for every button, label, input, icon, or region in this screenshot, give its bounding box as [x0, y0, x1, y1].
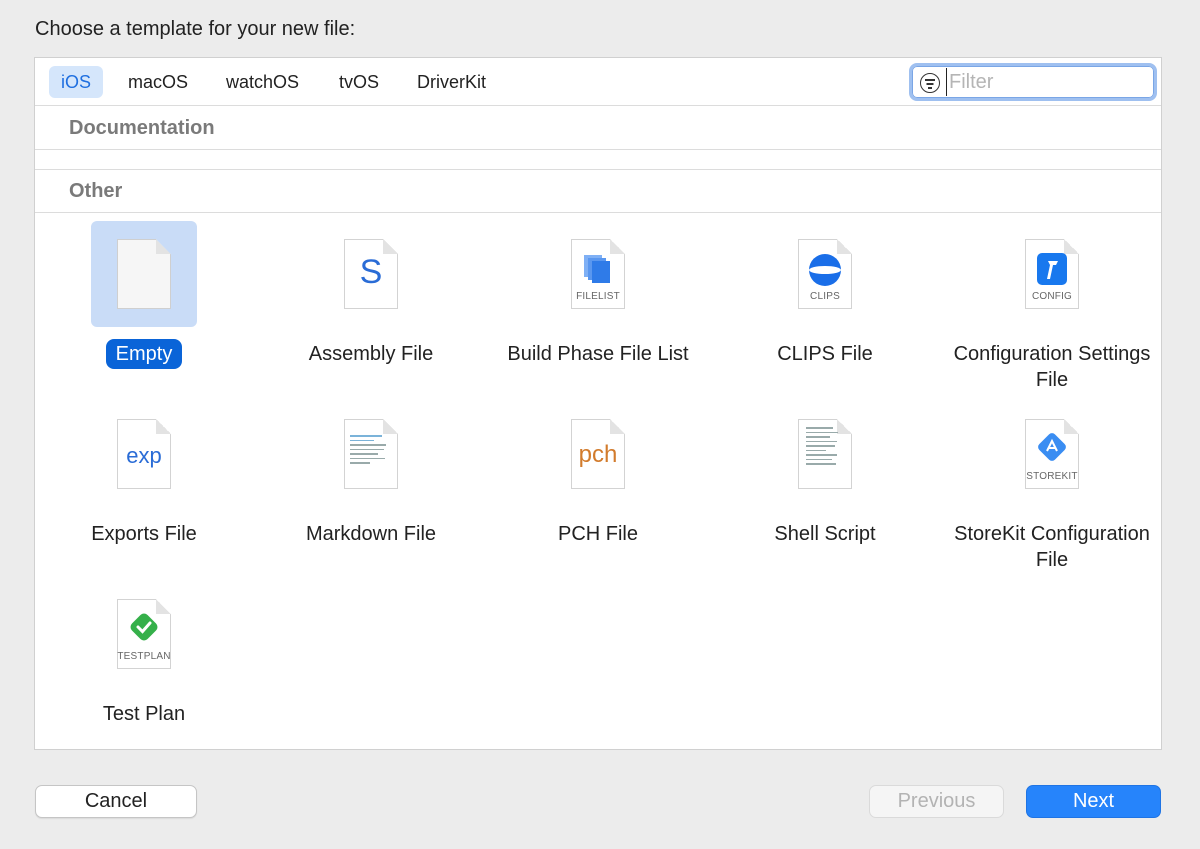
platform-tabbar: iOS macOS watchOS tvOS DriverKit — [35, 58, 1161, 106]
filter-field[interactable] — [909, 63, 1157, 101]
tab-macos[interactable]: macOS — [116, 66, 200, 98]
template-markdown-file[interactable]: Markdown File — [257, 401, 485, 547]
template-test-plan[interactable]: TESTPLAN Test Plan — [30, 581, 258, 727]
template-storekit-configuration-file[interactable]: STOREKIT StoreKit Configuration File — [938, 401, 1166, 573]
section-documentation: Documentation — [35, 106, 1161, 150]
template-grid: Empty S Assembly File FILELIST Build Pha… — [35, 213, 1161, 749]
filter-input[interactable] — [946, 68, 1146, 96]
template-shell-script[interactable]: Shell Script — [711, 401, 939, 547]
dialog-title: Choose a template for your new file: — [35, 18, 356, 40]
template-label: Empty — [105, 339, 183, 369]
template-label: Markdown File — [305, 523, 437, 545]
documentation-empty-area — [35, 150, 1161, 170]
template-label: Assembly File — [308, 343, 434, 365]
template-label: Configuration Settings File — [953, 343, 1151, 391]
template-clips-file[interactable]: CLIPS CLIPS File — [711, 221, 939, 367]
template-assembly-file[interactable]: S Assembly File — [257, 221, 485, 367]
tab-watchos[interactable]: watchOS — [214, 66, 311, 98]
template-empty[interactable]: Empty — [30, 221, 258, 369]
template-label: Shell Script — [774, 523, 876, 545]
template-label: StoreKit Configuration File — [954, 523, 1150, 571]
template-panel: iOS macOS watchOS tvOS DriverKit Documen… — [34, 57, 1162, 750]
template-label: Exports File — [91, 523, 197, 545]
tab-driverkit[interactable]: DriverKit — [405, 66, 498, 98]
template-configuration-settings-file[interactable]: CONFIG Configuration Settings File — [938, 221, 1166, 393]
template-label: Build Phase File List — [507, 343, 689, 365]
previous-button[interactable]: Previous — [869, 785, 1004, 818]
template-label: PCH File — [557, 523, 638, 545]
tab-tvos[interactable]: tvOS — [327, 66, 391, 98]
next-button[interactable]: Next — [1026, 785, 1161, 818]
section-other: Other — [35, 170, 1161, 213]
filter-icon — [920, 73, 940, 93]
template-build-phase-file-list[interactable]: FILELIST Build Phase File List — [484, 221, 712, 367]
template-label: Test Plan — [102, 703, 186, 725]
template-pch-file[interactable]: pch PCH File — [484, 401, 712, 547]
cancel-button[interactable]: Cancel — [35, 785, 197, 818]
template-label: CLIPS File — [777, 343, 873, 365]
tab-ios[interactable]: iOS — [49, 66, 104, 98]
template-exports-file[interactable]: exp Exports File — [30, 401, 258, 547]
